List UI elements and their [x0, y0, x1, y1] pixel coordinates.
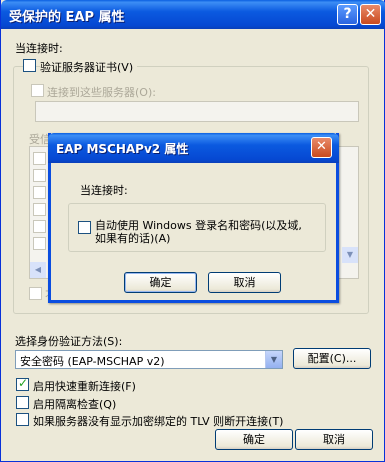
quarantine-label: 启用隔离检查(Q)	[33, 398, 117, 411]
quarantine-checkbox[interactable]	[16, 396, 29, 409]
chevron-down-icon[interactable]: ▼	[265, 351, 282, 368]
no-prompt-checkbox[interactable]	[29, 287, 42, 300]
servers-input[interactable]	[35, 101, 359, 122]
auto-windows-label-line2: 如果有的话)(A)	[95, 232, 171, 245]
tlv-checkbox[interactable]	[16, 413, 29, 426]
scroll-down-icon[interactable]: ▼	[342, 247, 358, 263]
title-bar[interactable]: 受保护的 EAP 属性 ? ✕	[1, 0, 385, 29]
list-item-checkbox[interactable]	[33, 237, 46, 250]
list-item-checkbox[interactable]	[33, 169, 46, 182]
list-item-checkbox[interactable]	[33, 186, 46, 199]
connect-servers-checkbox[interactable]	[31, 84, 44, 97]
auth-method-label: 选择身份验证方法(S):	[15, 335, 123, 348]
list-item-checkbox[interactable]	[33, 203, 46, 216]
auth-method-value: 安全密码 (EAP-MSCHAP v2)	[20, 355, 165, 368]
close-button[interactable]: ✕	[360, 4, 381, 25]
fast-reconnect-label: 启用快速重新连接(F)	[33, 380, 136, 393]
cancel-button[interactable]: 取消	[295, 429, 373, 450]
dialog-close-button[interactable]: ✕	[311, 137, 332, 158]
list-item-checkbox[interactable]	[33, 220, 46, 233]
window-title: 受保护的 EAP 属性	[9, 10, 125, 25]
dialog-title: EAP MSCHAPv2 属性	[56, 142, 189, 156]
close-icon: ✕	[316, 139, 327, 154]
dialog-cancel-button[interactable]: 取消	[208, 272, 281, 293]
dialog-ok-button[interactable]: 确定	[124, 272, 197, 293]
list-item-checkbox[interactable]	[33, 152, 46, 165]
config-button[interactable]: 配置(C)...	[293, 348, 371, 369]
dialog-when-connecting-label: 当连接时:	[80, 184, 128, 197]
close-icon: ✕	[364, 6, 377, 22]
tlv-label: 如果服务器没有显示加密绑定的 TLV 则断开连接(T)	[33, 415, 284, 428]
verify-cert-label: 验证服务器证书(V)	[40, 59, 138, 75]
when-connecting-label: 当连接时:	[15, 42, 63, 55]
connect-servers-label: 连接到这些服务器(O):	[47, 86, 156, 99]
fast-reconnect-checkbox[interactable]	[16, 376, 29, 391]
scroll-left-icon[interactable]: ◀	[30, 262, 46, 278]
ok-button[interactable]: 确定	[215, 429, 293, 450]
help-icon: ?	[343, 6, 352, 22]
auto-windows-checkbox[interactable]	[78, 221, 91, 234]
help-button[interactable]: ?	[337, 4, 358, 25]
auth-method-select[interactable]: 安全密码 (EAP-MSCHAP v2) ▼	[15, 350, 283, 369]
dialog-title-bar[interactable]: EAP MSCHAPv2 属性 ✕	[48, 133, 339, 163]
mschapv2-dialog: EAP MSCHAPv2 属性 ✕ 当连接时: 自动使用 Windows 登录名…	[48, 133, 339, 303]
verify-cert-checkbox[interactable]	[23, 59, 36, 72]
